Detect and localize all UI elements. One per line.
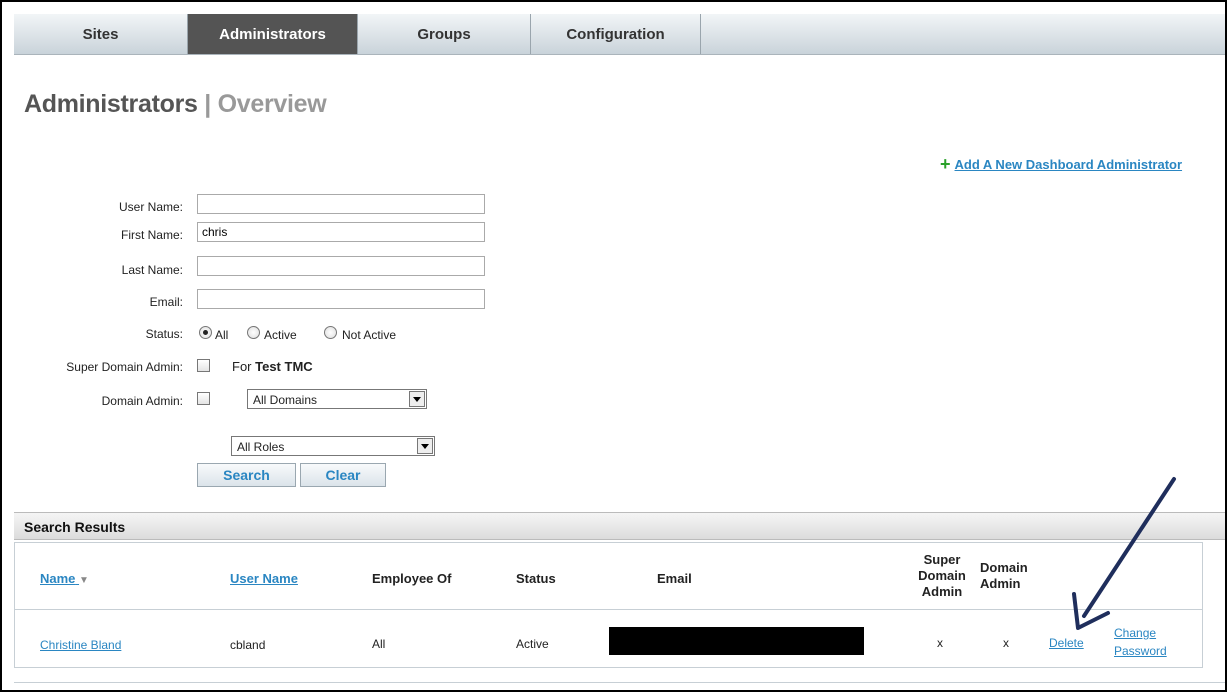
row-employee-of: All <box>372 637 386 651</box>
domain-admin-label: Domain Admin: <box>101 394 183 408</box>
super-domain-admin-checkbox[interactable] <box>197 359 210 372</box>
super-domain-header-line1: Super <box>923 552 961 567</box>
search-button[interactable]: Search <box>197 463 296 487</box>
tab-configuration[interactable]: Configuration <box>531 14 701 54</box>
row-status: Active <box>516 637 549 651</box>
status-all-radio[interactable] <box>199 326 212 339</box>
table-divider <box>15 609 1202 610</box>
user-name-input[interactable] <box>197 194 485 214</box>
status-all-label: All <box>215 328 229 342</box>
first-name-input[interactable] <box>197 222 485 242</box>
column-header-user-name[interactable]: User Name <box>230 571 298 586</box>
last-name-label: Last Name: <box>121 263 183 277</box>
super-domain-admin-label: Super Domain Admin: <box>66 360 183 374</box>
email-input[interactable] <box>197 289 485 309</box>
domain-select-value: All Domains <box>253 393 318 407</box>
super-domain-for: For <box>232 359 252 374</box>
column-header-name[interactable]: Name ▼ <box>40 571 89 586</box>
redacted-email <box>609 627 864 655</box>
top-nav: Sites Administrators Groups Configuratio… <box>14 14 1225 55</box>
domain-admin-header-line1: Domain <box>980 560 1028 575</box>
status-label: Status: <box>145 327 183 341</box>
delete-link[interactable]: Delete <box>1049 636 1084 650</box>
change-password-link[interactable]: Change Password <box>1114 624 1167 660</box>
chevron-down-icon <box>417 438 433 454</box>
roles-select-value: All Roles <box>237 440 285 454</box>
tab-administrators[interactable]: Administrators <box>188 14 358 54</box>
status-not-active-label: Not Active <box>342 328 397 342</box>
bottom-divider <box>14 682 1225 683</box>
tab-sites[interactable]: Sites <box>14 14 188 54</box>
first-name-label: First Name: <box>120 228 183 242</box>
change-password-line2: Password <box>1114 644 1167 658</box>
last-name-input[interactable] <box>197 256 485 276</box>
add-administrator-label: Add A New Dashboard Administrator <box>954 157 1183 172</box>
roles-select[interactable]: All Roles <box>231 436 435 456</box>
change-password-line1: Change <box>1114 626 1157 640</box>
sort-down-icon: ▼ <box>79 575 89 586</box>
super-domain-tmc: Test TMC <box>255 359 313 374</box>
column-header-email: Email <box>657 571 692 586</box>
email-label: Email: <box>149 295 183 309</box>
status-active-label: Active <box>264 328 297 342</box>
status-active-radio[interactable] <box>247 326 260 339</box>
row-name-link[interactable]: Christine Bland <box>40 638 121 652</box>
plus-icon: + <box>940 154 951 174</box>
domain-select[interactable]: All Domains <box>247 389 427 409</box>
domain-admin-checkbox[interactable] <box>197 392 210 405</box>
column-header-status: Status <box>516 571 556 586</box>
column-header-employee-of: Employee Of <box>372 571 452 586</box>
page-frame: Sites Administrators Groups Configuratio… <box>0 0 1227 692</box>
user-name-label: User Name: <box>118 200 183 214</box>
column-header-super-domain-admin: Super Domain Admin <box>914 552 970 600</box>
column-header-domain-admin: Domain Admin <box>980 560 1028 592</box>
page-title-main: Administrators <box>24 90 198 118</box>
title-separator: | <box>204 90 211 118</box>
row-domain-admin: x <box>1003 636 1009 650</box>
super-domain-scope: For Test TMC <box>232 359 313 374</box>
clear-button[interactable]: Clear <box>300 463 386 487</box>
chevron-down-icon <box>409 391 425 407</box>
tab-groups[interactable]: Groups <box>358 14 531 54</box>
add-administrator-link[interactable]: + Add A New Dashboard Administrator <box>940 154 1182 175</box>
page-title: Administrators | Overview <box>24 90 327 119</box>
super-domain-header-line3: Admin <box>921 584 963 599</box>
page-subtitle: Overview <box>217 90 327 118</box>
row-user-name: cbland <box>230 638 266 652</box>
row-super-domain-admin: x <box>937 636 943 650</box>
domain-admin-header-line2: Admin <box>980 576 1021 591</box>
super-domain-header-line2: Domain <box>918 568 966 583</box>
search-results-heading: Search Results <box>14 512 1225 540</box>
column-header-name-label: Name <box>40 571 76 586</box>
status-not-active-radio[interactable] <box>324 326 337 339</box>
